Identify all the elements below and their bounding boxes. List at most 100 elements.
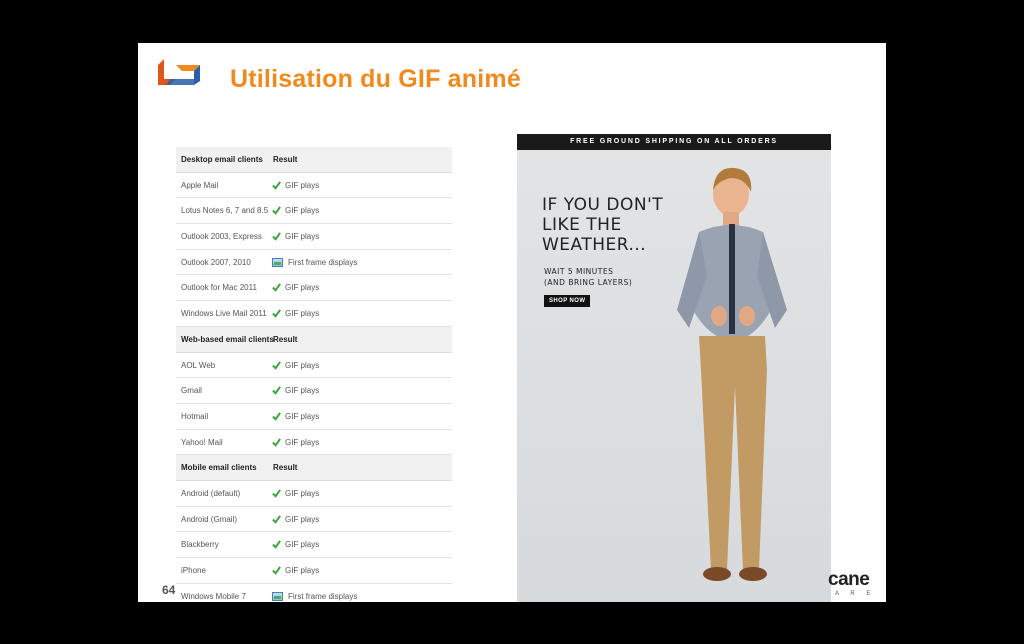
check-icon: [272, 540, 281, 550]
table-row: Apple Mail GIF plays: [176, 173, 452, 199]
result-cell: Result: [273, 155, 297, 164]
table-row: Windows Mobile 7 First frame displays: [176, 584, 452, 602]
result-cell: GIF plays: [272, 438, 319, 447]
table-row: Android (Gmail) GIF plays: [176, 507, 452, 533]
table-row: Lotus Notes 6, 7 and 8.5 GIF plays: [176, 198, 452, 225]
result-text: Result: [273, 334, 298, 344]
table-row: iPhone GIF plays: [176, 558, 452, 584]
result-cell: GIF plays: [272, 412, 319, 421]
table-row: Hotmail GIF plays: [176, 404, 452, 430]
email-client-support-table: Desktop email clients Result Apple Mail GIF…: [176, 147, 452, 602]
result-cell: GIF plays: [272, 181, 319, 190]
result-text: GIF plays: [285, 386, 320, 396]
check-icon: [272, 566, 281, 575]
result-text: GIF plays: [285, 283, 320, 293]
result-text: GIF plays: [285, 437, 320, 447]
check-icon: [272, 206, 281, 216]
client-name: Android (default): [181, 488, 241, 498]
result-cell: GIF plays: [272, 309, 319, 318]
table-row: Outlook for Mac 2011 GIF plays: [176, 275, 452, 302]
result-cell: GIF plays: [272, 386, 319, 395]
check-icon: [272, 514, 281, 524]
result-text: GIF plays: [285, 180, 320, 190]
table-row: Blackberry GIF plays: [176, 532, 452, 558]
table-section-header: Web-based email clients Result: [176, 326, 452, 353]
check-icon: [272, 283, 281, 293]
check-icon: [272, 412, 281, 421]
table-row: Gmail GIF plays: [176, 378, 452, 404]
result-text: GIF plays: [285, 411, 320, 421]
model-photo: [677, 167, 787, 581]
result-text: GIF plays: [285, 360, 320, 370]
client-name: Outlook 2003, Express: [181, 232, 262, 242]
image-frame-icon: [272, 591, 283, 601]
result-text: GIF plays: [285, 514, 320, 524]
email-example-image: FREE GROUND SHIPPING ON ALL ORDERS IF YO…: [517, 134, 831, 602]
result-text: GIF plays: [285, 309, 320, 319]
result-text: Result: [273, 463, 298, 473]
result-text: First frame displays: [288, 591, 358, 601]
check-icon: [272, 360, 281, 370]
brand-logo-sub: A R E: [835, 591, 876, 597]
check-icon: [272, 181, 281, 190]
result-text: GIF plays: [285, 540, 320, 550]
client-name: Gmail: [181, 386, 202, 396]
client-name: Desktop email clients: [181, 155, 263, 164]
result-cell: First frame displays: [272, 591, 358, 601]
table-row: Outlook 2007, 2010 First frame displays: [176, 250, 452, 276]
result-text: GIF plays: [285, 488, 320, 498]
email-headline: IF YOU DON'T LIKE THE WEATHER...: [542, 195, 664, 255]
shipping-banner: FREE GROUND SHIPPING ON ALL ORDERS: [517, 134, 831, 150]
client-name: Lotus Notes 6, 7 and 8.5: [181, 206, 269, 216]
result-text: First frame displays: [288, 257, 358, 267]
client-name: Outlook 2007, 2010: [181, 257, 251, 267]
result-cell: GIF plays: [272, 566, 319, 575]
shop-now-button[interactable]: SHOP NOW: [544, 295, 591, 307]
client-name: Web-based email clients: [181, 334, 274, 344]
client-name: Outlook for Mac 2011: [181, 283, 257, 293]
result-cell: GIF plays: [272, 232, 319, 241]
client-name: Windows Live Mail 2011: [181, 309, 267, 319]
client-name: Mobile email clients: [181, 463, 257, 473]
result-text: GIF plays: [285, 232, 320, 242]
check-icon: [272, 437, 281, 447]
check-icon: [272, 309, 281, 318]
result-cell: GIF plays: [272, 515, 319, 524]
client-name: Hotmail: [181, 411, 209, 421]
brand-logo: cane: [828, 569, 870, 590]
result-cell: GIF plays: [272, 489, 319, 498]
result-text: Result: [273, 155, 298, 164]
client-name: Yahoo! Mail: [181, 437, 223, 447]
table-row: Outlook 2003, Express GIF plays: [176, 224, 452, 250]
result-cell: First frame displays: [272, 257, 358, 267]
client-name: Blackberry: [181, 540, 219, 550]
email-subtext: WAIT 5 MINUTES (AND BRING LAYERS): [544, 267, 633, 287]
client-name: Apple Mail: [181, 180, 219, 190]
result-cell: GIF plays: [272, 206, 319, 215]
table-row: Yahoo! Mail GIF plays: [176, 430, 452, 456]
result-cell: GIF plays: [272, 283, 319, 292]
result-cell: Result: [273, 463, 297, 472]
result-cell: Result: [273, 335, 297, 344]
result-text: GIF plays: [285, 206, 320, 216]
table-row: Android (default) GIF plays: [176, 481, 452, 507]
table-row: Windows Live Mail 2011 GIF plays: [176, 301, 452, 327]
check-icon: [272, 489, 281, 498]
table-section-header: Mobile email clients Result: [176, 455, 452, 481]
client-name: iPhone: [181, 566, 206, 575]
table-row: AOL Web GIF plays: [176, 353, 452, 379]
client-name: AOL Web: [181, 360, 216, 370]
result-cell: GIF plays: [272, 361, 319, 370]
slide: Utilisation du GIF animé Desktop email c…: [138, 43, 886, 602]
client-name: Android (Gmail): [181, 514, 238, 524]
image-frame-icon: [272, 257, 283, 267]
table-section-header: Desktop email clients Result: [176, 147, 452, 173]
client-name: Windows Mobile 7: [181, 591, 246, 601]
page-number: 64: [162, 583, 176, 597]
result-text: GIF plays: [285, 566, 320, 575]
check-icon: [272, 386, 281, 395]
company-logo-icon: [158, 59, 200, 85]
check-icon: [272, 232, 281, 241]
result-cell: GIF plays: [272, 540, 319, 549]
slide-title: Utilisation du GIF animé: [230, 65, 521, 93]
